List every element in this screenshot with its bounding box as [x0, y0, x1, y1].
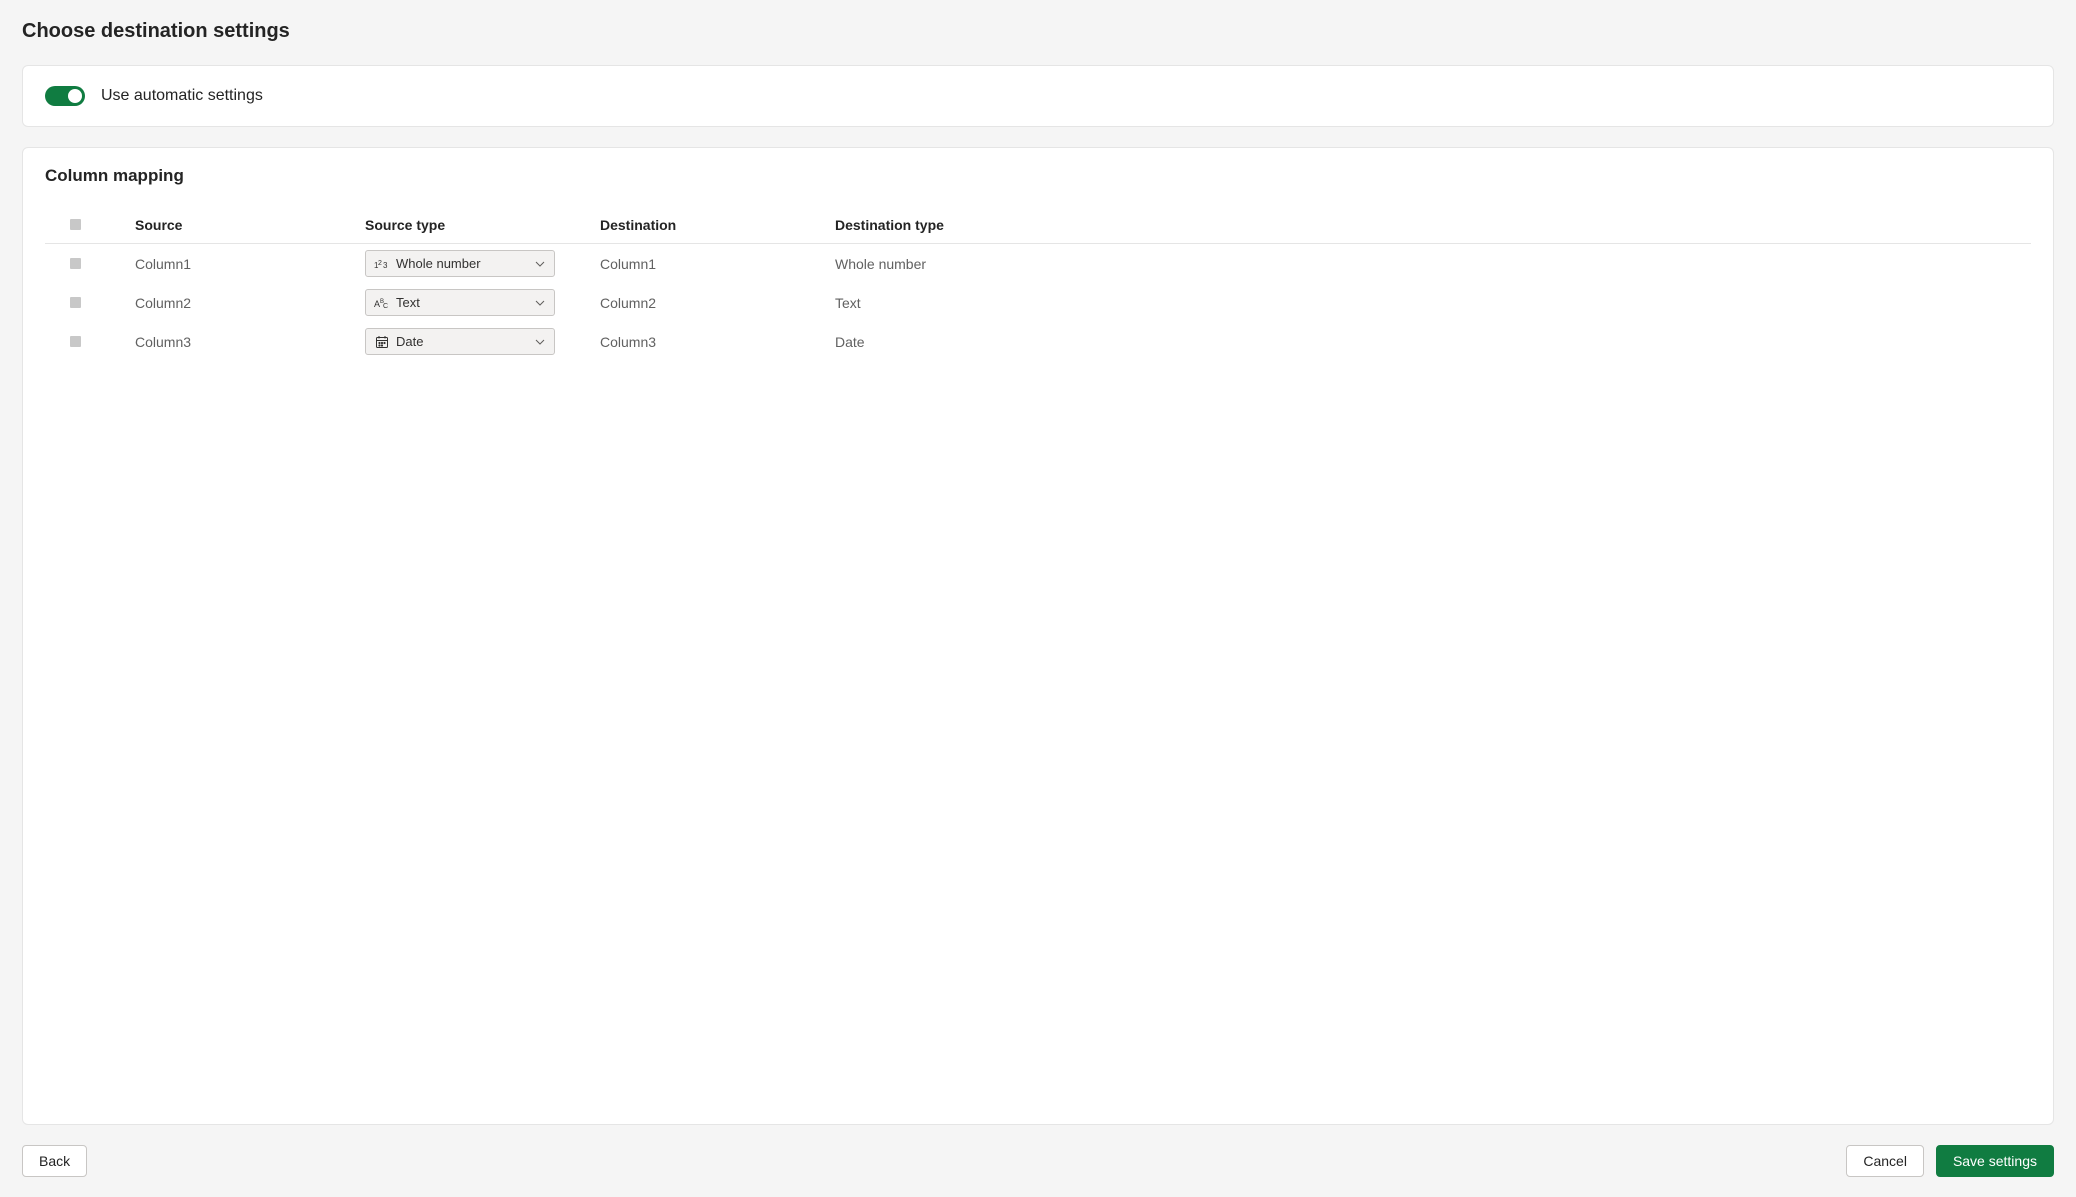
svg-text:2: 2	[378, 260, 382, 267]
automatic-settings-label: Use automatic settings	[101, 87, 263, 105]
row-checkbox[interactable]	[70, 336, 81, 347]
source-type-value: Whole number	[396, 256, 528, 271]
header-source: Source	[135, 217, 365, 233]
header-source-type: Source type	[365, 217, 600, 233]
row-checkbox[interactable]	[70, 258, 81, 269]
header-destination: Destination	[600, 217, 835, 233]
source-type-select[interactable]: Date	[365, 328, 555, 355]
table-row: Column3	[45, 322, 2031, 361]
cancel-button[interactable]: Cancel	[1846, 1145, 1924, 1177]
automatic-settings-card: Use automatic settings	[22, 65, 2054, 127]
save-settings-button[interactable]: Save settings	[1936, 1145, 2054, 1177]
source-type-value: Date	[396, 334, 528, 349]
source-name: Column3	[135, 334, 365, 350]
column-mapping-table: Source Source type Destination Destinati…	[45, 208, 2031, 361]
column-mapping-title: Column mapping	[45, 166, 2031, 186]
source-name: Column2	[135, 295, 365, 311]
number-type-icon: 123	[374, 256, 390, 272]
row-checkbox[interactable]	[70, 297, 81, 308]
svg-text:C: C	[383, 303, 388, 310]
chevron-down-icon	[534, 258, 546, 270]
table-header-row: Source Source type Destination Destinati…	[45, 208, 2031, 244]
back-button[interactable]: Back	[22, 1145, 87, 1177]
source-type-select[interactable]: 123 Whole number	[365, 250, 555, 277]
table-row: Column2 ABC Text Column2 Text	[45, 283, 2031, 322]
header-destination-type: Destination type	[835, 217, 2031, 233]
source-type-select[interactable]: ABC Text	[365, 289, 555, 316]
svg-text:3: 3	[383, 261, 388, 270]
source-type-value: Text	[396, 295, 528, 310]
source-name: Column1	[135, 256, 365, 272]
destination-type: Date	[835, 334, 2031, 350]
footer-bar: Back Cancel Save settings	[22, 1145, 2054, 1177]
column-mapping-card: Column mapping Source Source type Destin…	[22, 147, 2054, 1125]
destination-name: Column3	[600, 334, 835, 350]
destination-type: Text	[835, 295, 2031, 311]
table-row: Column1 123 Whole number Column1 Whole n…	[45, 244, 2031, 283]
page-title: Choose destination settings	[22, 20, 2054, 43]
select-all-checkbox[interactable]	[70, 219, 81, 230]
destination-type: Whole number	[835, 256, 2031, 272]
text-type-icon: ABC	[374, 295, 390, 311]
destination-name: Column1	[600, 256, 835, 272]
automatic-settings-toggle[interactable]	[45, 86, 85, 106]
date-type-icon	[374, 334, 390, 350]
destination-name: Column2	[600, 295, 835, 311]
chevron-down-icon	[534, 297, 546, 309]
chevron-down-icon	[534, 336, 546, 348]
